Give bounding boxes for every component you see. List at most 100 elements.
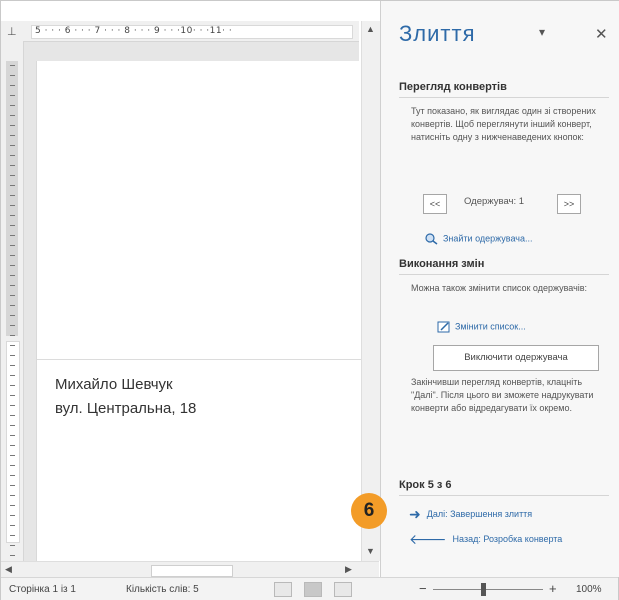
page-count[interactable]: Сторінка 1 із 1 [9, 584, 76, 595]
next-step-link[interactable]: ➜ Далі: Завершення злиття [409, 506, 532, 523]
ruler-tick [10, 105, 15, 106]
edit-list-icon [437, 321, 450, 333]
ruler-tick [10, 475, 15, 476]
changes-description: Можна також змінити список одержувачів: [411, 283, 588, 293]
next-step-label: Далі: Завершення злиття [426, 508, 533, 519]
scroll-left-icon[interactable]: ◀ [5, 564, 12, 575]
ruler-tick [10, 175, 15, 176]
word-window: ⊥ 5 · · · 6 · · · 7 · · · 8 · · · 9 · · … [0, 0, 619, 600]
status-bar: Сторінка 1 із 1 Кількість слів: 5 − + 10… [1, 577, 618, 600]
ruler-tick [10, 415, 15, 416]
ruler-tick [10, 455, 15, 456]
next-recipient-button[interactable]: >> [557, 194, 581, 214]
ruler-tick [10, 165, 15, 166]
ruler-tick [10, 135, 15, 136]
edit-list-link[interactable]: Змінити список... [437, 321, 526, 333]
word-count[interactable]: Кількість слів: 5 [126, 584, 199, 595]
ruler-tick [10, 255, 15, 256]
ruler-text-area [6, 341, 20, 543]
ruler-tick [10, 505, 15, 506]
ruler-tick [10, 325, 15, 326]
find-recipient-link[interactable]: Знайти одержувача... [425, 233, 532, 245]
ruler-tick [10, 125, 15, 126]
ruler-tick [10, 315, 15, 316]
divider [399, 97, 609, 98]
finish-description: Закінчивши перегляд конвертів, клацніть … [411, 377, 594, 413]
exclude-recipient-button[interactable]: Виключити одержувача [433, 345, 599, 371]
ruler-tick [10, 445, 15, 446]
address-name[interactable]: Михайло Шевчук [55, 376, 173, 393]
step-number-badge: 6 [351, 493, 387, 529]
horizontal-scrollbar[interactable]: ◀ ▶ [1, 561, 379, 578]
zoom-slider[interactable] [433, 589, 543, 590]
ruler-tick [10, 225, 15, 226]
previous-step-link[interactable]: 🡐 Назад: Розробка конверта [409, 531, 562, 548]
arrow-left-icon: 🡐 [409, 531, 447, 547]
ruler-tick [10, 375, 15, 376]
scrollbar-thumb[interactable] [151, 565, 233, 577]
ruler-tick [10, 295, 15, 296]
divider [399, 274, 609, 275]
ruler-tick [10, 205, 15, 206]
preview-heading: Перегляд конвертів [399, 81, 507, 93]
page-divider [37, 359, 362, 360]
ruler-tick [10, 155, 15, 156]
zoom-in-button[interactable]: + [549, 581, 557, 596]
scroll-down-icon[interactable]: ▼ [366, 546, 375, 556]
pane-title: Злиття [399, 21, 476, 46]
scroll-up-icon[interactable]: ▲ [366, 24, 375, 34]
zoom-slider-thumb[interactable] [481, 583, 486, 596]
ruler-tick [10, 405, 15, 406]
ruler-tick [10, 345, 15, 346]
chevron-down-icon[interactable]: ▾ [539, 25, 545, 39]
ruler-tick [10, 465, 15, 466]
ruler-tick [10, 285, 15, 286]
preview-description: Тут показано, як виглядає один зі створе… [411, 106, 596, 142]
ruler-tick [10, 485, 15, 486]
ruler-tick [10, 555, 15, 556]
ruler-tick [10, 435, 15, 436]
read-mode-icon[interactable] [274, 582, 292, 597]
ruler-tick [10, 235, 15, 236]
zoom-out-button[interactable]: − [419, 581, 427, 596]
web-layout-icon[interactable] [334, 582, 352, 597]
divider [399, 495, 609, 496]
envelope-page[interactable]: Михайло Шевчук вул. Центральна, 18 [36, 61, 362, 561]
print-layout-icon[interactable] [304, 582, 322, 597]
step-heading: Крок 5 з 6 [399, 479, 452, 491]
ruler-tick [10, 195, 15, 196]
ruler-tick [10, 115, 15, 116]
vertical-scrollbar[interactable]: ▲ ▼ [361, 21, 380, 561]
mail-merge-pane: Злиття ▾ ✕ Перегляд конвертів Тут показа… [380, 1, 619, 577]
recipient-indicator: Одержувач: 1 [464, 196, 525, 207]
scroll-right-icon[interactable]: ▶ [345, 564, 352, 575]
horizontal-ruler[interactable]: ⊥ 5 · · · 6 · · · 7 · · · 8 · · · 9 · · … [1, 21, 359, 42]
vertical-ruler[interactable] [1, 41, 24, 561]
ruler-tick [10, 495, 15, 496]
ruler-tick [10, 525, 15, 526]
find-recipient-label: Знайти одержувача... [443, 233, 533, 244]
ruler-tick [10, 425, 15, 426]
ruler-tick [10, 185, 15, 186]
ruler-tick [10, 335, 15, 336]
ruler-tick [10, 545, 15, 546]
ruler-tick [10, 245, 15, 246]
ruler-tick [10, 265, 15, 266]
address-street[interactable]: вул. Центральна, 18 [55, 400, 196, 417]
ruler-tick [10, 95, 15, 96]
previous-recipient-button[interactable]: << [423, 194, 447, 214]
ruler-tick [10, 385, 15, 386]
ruler-tick [10, 395, 15, 396]
ruler-tick [10, 145, 15, 146]
ruler-tick [10, 365, 15, 366]
tab-selector-icon[interactable]: ⊥ [7, 25, 17, 38]
edit-list-label: Змінити список... [455, 321, 526, 332]
zoom-level[interactable]: 100% [576, 584, 602, 595]
arrow-right-icon: ➜ [409, 506, 421, 522]
close-icon[interactable]: ✕ [595, 25, 608, 43]
ruler-tick [10, 85, 15, 86]
ruler-tick [10, 215, 15, 216]
ruler-tick [10, 305, 15, 306]
ruler-tick [10, 65, 15, 66]
ruler-tick [10, 355, 15, 356]
